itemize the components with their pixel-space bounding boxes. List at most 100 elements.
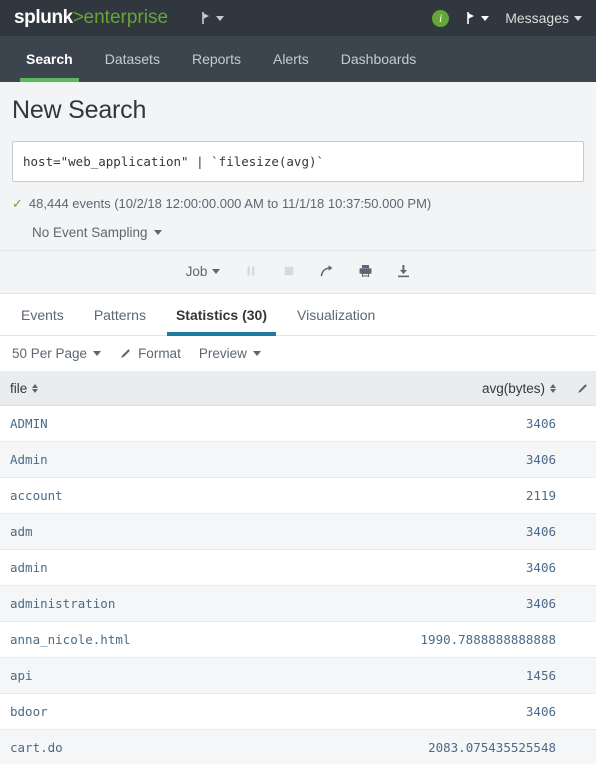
search-panel: New Search host="web_application" | `fil… [0,82,596,251]
chevron-down-icon [153,230,162,235]
stop-icon [283,265,295,277]
nav-item-label: Reports [191,51,241,67]
export-button[interactable] [392,261,414,281]
per-page-dropdown[interactable]: 50 Per Page [12,346,102,361]
search-query-text[interactable]: host="web_application" | `filesize(avg)` [23,154,324,169]
nav-item-alerts[interactable]: Alerts [257,36,325,82]
column-header-file[interactable]: file [0,372,283,406]
stop-button[interactable] [278,261,300,281]
cell-file[interactable]: administration [0,585,283,622]
cell-file[interactable]: bdoor [0,693,283,730]
tab-label: Statistics (30) [175,306,267,323]
column-header-avg-inner: avg(bytes) [293,381,556,396]
preview-dropdown[interactable]: Preview [199,346,261,361]
table-body: ADMIN 3406 Admin 3406 account 2119 adm 3… [0,405,596,764]
table-header: file avg(bytes) [0,372,596,406]
result-controls: 50 Per Page Format Preview [0,336,596,372]
tab-statistics[interactable]: Statistics (30) [161,294,282,336]
events-status-line: ✓ 48,444 events (10/2/18 12:00:00.000 AM… [12,196,584,211]
events-status-text: 48,444 events (10/2/18 12:00:00.000 AM t… [28,196,432,211]
cell-file[interactable]: api [0,657,283,694]
tab-patterns[interactable]: Patterns [79,294,161,335]
print-button[interactable] [354,261,376,281]
cell-file[interactable]: admin [0,549,283,586]
chevron-down-icon [93,351,102,356]
column-edit-button[interactable] [566,372,596,406]
cell-avg-bytes: 3406 [283,405,566,442]
result-tabs: Events Patterns Statistics (30) Visualiz… [0,294,596,336]
format-button[interactable]: Format [119,346,181,361]
cell-spacer [566,405,596,442]
table-row[interactable]: admin 3406 [0,549,596,586]
preview-label: Preview [198,346,247,361]
cell-file[interactable]: cart.do [0,729,283,764]
cell-spacer [566,477,596,514]
activity-flag-icon [465,11,479,25]
page-title: New Search [12,96,147,124]
column-header-label: file [10,381,28,396]
nav-item-datasets[interactable]: Datasets [89,36,176,82]
column-header-label: avg(bytes) [481,381,545,396]
info-badge-icon[interactable]: i [432,9,450,27]
format-label: Format [138,346,181,361]
table-row[interactable]: administration 3406 [0,585,596,622]
chevron-down-icon [216,15,225,21]
table-row[interactable]: adm 3406 [0,513,596,550]
cell-file[interactable]: Admin [0,441,283,478]
event-sampling-dropdown[interactable]: No Event Sampling [12,225,584,240]
column-header-file-inner: file [10,381,273,396]
cell-spacer [566,441,596,478]
table-row[interactable]: ADMIN 3406 [0,405,596,442]
pencil-icon [576,382,587,395]
cell-file[interactable]: ADMIN [0,405,283,442]
sort-arrows-icon [32,384,39,393]
job-menu-button[interactable]: Job [182,262,225,281]
activity-menu-right[interactable] [465,11,490,25]
nav-item-reports[interactable]: Reports [176,36,257,82]
cell-avg-bytes: 3406 [283,441,566,478]
cell-avg-bytes: 3406 [283,549,566,586]
check-icon: ✓ [12,196,23,211]
table-row[interactable]: cart.do 2083.075435525548 [0,729,596,764]
nav-item-search[interactable]: Search [10,36,89,82]
column-header-avg-bytes[interactable]: avg(bytes) [283,372,566,406]
tab-visualization[interactable]: Visualization [282,294,390,335]
download-icon [396,264,411,278]
nav-item-label: Dashboards [340,51,417,67]
logo-splunk-text: splunk [14,7,73,28]
cell-spacer [566,513,596,550]
chevron-down-icon [481,15,490,21]
share-arrow-icon [320,264,335,278]
activity-menu-left[interactable] [200,11,225,25]
pencil-icon [119,347,132,360]
cell-avg-bytes: 3406 [283,693,566,730]
cell-avg-bytes: 3406 [283,585,566,622]
table-row[interactable]: account 2119 [0,477,596,514]
table-row[interactable]: Admin 3406 [0,441,596,478]
cell-spacer [566,621,596,658]
search-bar[interactable]: host="web_application" | `filesize(avg)` [12,141,584,182]
splunk-logo[interactable]: splunk>enterprise [14,7,168,29]
cell-file[interactable]: adm [0,513,283,550]
job-menu-label: Job [185,263,208,279]
tab-label: Patterns [93,306,146,323]
table-row[interactable]: anna_nicole.html 1990.7888888888888 [0,621,596,658]
nav-item-label: Datasets [104,51,160,67]
cell-avg-bytes: 2119 [283,477,566,514]
messages-menu[interactable]: Messages [505,10,582,26]
cell-file[interactable]: account [0,477,283,514]
cell-file[interactable]: anna_nicole.html [0,621,283,658]
pause-button[interactable] [240,261,262,281]
table-row[interactable]: bdoor 3406 [0,693,596,730]
share-button[interactable] [316,261,338,281]
cell-avg-bytes: 1990.7888888888888 [283,621,566,658]
table-row[interactable]: api 1456 [0,657,596,694]
tab-events[interactable]: Events [6,294,79,335]
main-nav: Search Datasets Reports Alerts Dashboard… [0,36,596,82]
top-bar-right-group: i Messages [432,9,582,27]
logo-enterprise-text: enterprise [83,7,169,28]
nav-item-dashboards[interactable]: Dashboards [325,36,433,82]
cell-spacer [566,729,596,764]
messages-label: Messages [505,10,569,26]
cell-avg-bytes: 1456 [283,657,566,694]
